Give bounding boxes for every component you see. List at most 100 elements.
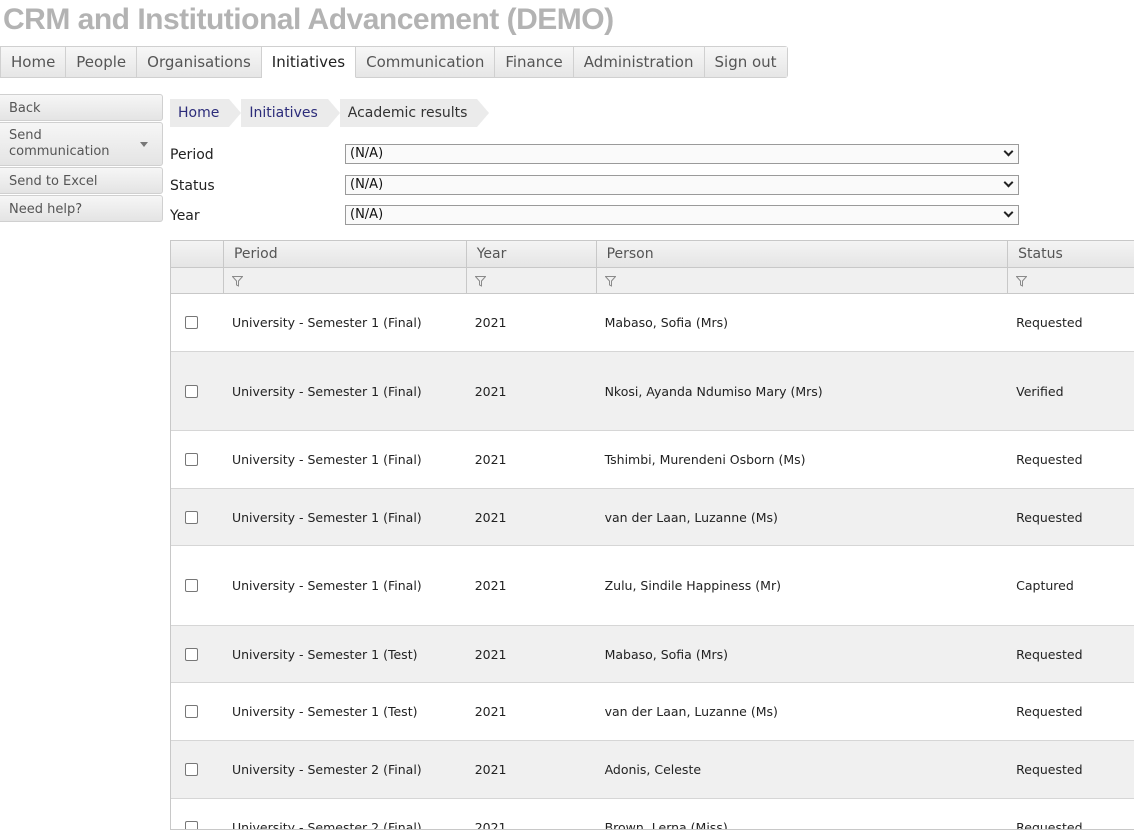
row-checkbox[interactable] xyxy=(185,763,198,776)
tab-initiatives[interactable]: Initiatives xyxy=(261,47,357,78)
send-communication-button[interactable]: Send communication xyxy=(0,122,163,166)
tab-home[interactable]: Home xyxy=(1,47,67,77)
row-select-cell xyxy=(171,352,223,430)
table-row[interactable]: University - Semester 2 (Final) 2021 Bro… xyxy=(171,799,1134,830)
year-filter-label: Year xyxy=(170,208,200,224)
filter-funnel-icon[interactable] xyxy=(604,276,616,287)
row-checkbox[interactable] xyxy=(185,384,198,398)
send-communication-label-line2: communication xyxy=(9,144,110,159)
cell-status: Requested xyxy=(1016,509,1083,525)
cell-person: Brown, Lerna (Miss) xyxy=(604,820,728,830)
tab-finance[interactable]: Finance xyxy=(495,47,574,77)
cell-status: Requested xyxy=(1016,820,1083,830)
cell-person: van der Laan, Luzanne (Ms) xyxy=(604,704,778,719)
row-checkbox[interactable] xyxy=(185,821,198,829)
breadcrumb-initiatives[interactable]: Initiatives xyxy=(241,99,341,127)
tab-people[interactable]: People xyxy=(66,47,138,77)
filter-cell-year[interactable] xyxy=(465,268,596,293)
tab-sign-out[interactable]: Sign out xyxy=(704,47,787,77)
table-row[interactable]: University - Semester 1 (Final) 2021 Mab… xyxy=(171,294,1134,352)
tab-communication[interactable]: Communication xyxy=(356,47,496,77)
tab-organisations[interactable]: Organisations xyxy=(137,47,262,77)
send-to-excel-button[interactable]: Send to Excel xyxy=(0,167,163,194)
status-filter-label: Status xyxy=(170,178,215,194)
tab-administration[interactable]: Administration xyxy=(573,47,705,77)
cell-year: 2021 xyxy=(474,383,507,399)
filter-funnel-icon[interactable] xyxy=(231,276,243,287)
filter-cell-status[interactable] xyxy=(1007,268,1134,293)
table-row[interactable]: University - Semester 1 (Final) 2021 Nko… xyxy=(171,352,1134,431)
status-filter-value: (N/A) xyxy=(350,177,384,192)
grid-filter-row xyxy=(171,268,1134,294)
row-checkbox[interactable] xyxy=(185,647,198,661)
cell-period: University - Semester 1 (Final) xyxy=(231,383,422,399)
year-filter-value: (N/A) xyxy=(350,207,384,222)
cell-period: University - Semester 2 (Final) xyxy=(231,762,422,777)
main-nav: Home People Organisations Initiatives Co… xyxy=(0,46,788,78)
breadcrumb: Home Initiatives Academic results xyxy=(170,99,490,127)
row-select-cell xyxy=(171,294,223,351)
period-filter-value: (N/A) xyxy=(350,146,384,161)
cell-status: Requested xyxy=(1016,646,1083,662)
breadcrumb-current: Academic results xyxy=(339,99,490,127)
cell-person: Mabaso, Sofia (Mrs) xyxy=(604,315,729,330)
table-row[interactable]: University - Semester 1 (Final) 2021 van… xyxy=(171,489,1134,546)
back-button[interactable]: Back xyxy=(0,94,163,121)
cell-status: Verified xyxy=(1016,383,1064,399)
cell-period: University - Semester 1 (Test) xyxy=(231,646,418,662)
filter-funnel-icon[interactable] xyxy=(1016,276,1028,287)
year-filter-select[interactable]: (N/A) xyxy=(345,205,1019,225)
cell-year: 2021 xyxy=(474,646,507,662)
table-row[interactable]: University - Semester 2 (Final) 2021 Ado… xyxy=(171,741,1134,799)
status-filter-select[interactable]: (N/A) xyxy=(345,175,1019,195)
column-header-status[interactable]: Status xyxy=(1007,241,1134,267)
filter-row-year: Year (N/A) xyxy=(170,205,1020,226)
grid-body: University - Semester 1 (Final) 2021 Mab… xyxy=(171,294,1134,830)
filter-row-period: Period (N/A) xyxy=(170,144,1020,165)
cell-period: University - Semester 1 (Final) xyxy=(231,452,422,467)
row-checkbox[interactable] xyxy=(185,316,198,329)
column-header-year[interactable]: Year xyxy=(465,241,596,267)
cell-person: Nkosi, Ayanda Ndumiso Mary (Mrs) xyxy=(604,383,823,399)
period-filter-select[interactable]: (N/A) xyxy=(345,144,1019,164)
filter-funnel-icon[interactable] xyxy=(474,276,486,287)
column-header-period[interactable]: Period xyxy=(222,241,466,267)
app-title: CRM and Institutional Advancement (DEMO) xyxy=(3,3,614,36)
table-row[interactable]: University - Semester 1 (Final) 2021 Zul… xyxy=(171,546,1134,626)
row-select-cell xyxy=(171,683,223,740)
row-checkbox[interactable] xyxy=(185,510,198,524)
column-header-person[interactable]: Person xyxy=(595,241,1008,267)
cell-person: Tshimbi, Murendeni Osborn (Ms) xyxy=(604,452,806,467)
row-select-cell xyxy=(171,546,223,625)
cell-status: Requested xyxy=(1016,704,1083,719)
cell-status: Captured xyxy=(1016,578,1074,593)
cell-status: Requested xyxy=(1016,452,1083,467)
row-select-cell xyxy=(171,741,223,798)
cell-year: 2021 xyxy=(474,820,507,830)
breadcrumb-home[interactable]: Home xyxy=(170,99,242,127)
cell-year: 2021 xyxy=(474,578,507,593)
table-row[interactable]: University - Semester 1 (Final) 2021 Tsh… xyxy=(171,431,1134,489)
cell-person: Zulu, Sindile Happiness (Mr) xyxy=(604,578,781,593)
caret-down-icon xyxy=(140,142,148,147)
row-checkbox[interactable] xyxy=(185,705,198,718)
need-help-button[interactable]: Need help? xyxy=(0,195,163,222)
send-communication-label-line1: Send xyxy=(9,128,42,143)
sidebar: Back Send communication Send to Excel Ne… xyxy=(0,94,163,223)
grid-header: Period Year Person Status xyxy=(171,241,1134,268)
table-row[interactable]: University - Semester 1 (Test) 2021 Maba… xyxy=(171,626,1134,683)
filter-cell-period[interactable] xyxy=(222,268,466,293)
cell-period: University - Semester 1 (Final) xyxy=(231,578,422,593)
row-select-cell xyxy=(171,489,223,545)
cell-person: Mabaso, Sofia (Mrs) xyxy=(604,646,729,662)
cell-period: University - Semester 1 (Final) xyxy=(231,509,422,525)
row-checkbox[interactable] xyxy=(185,453,198,466)
chevron-down-icon xyxy=(1003,177,1014,188)
chevron-down-icon xyxy=(1003,207,1014,218)
cell-person: van der Laan, Luzanne (Ms) xyxy=(604,509,778,525)
filter-cell-person[interactable] xyxy=(595,268,1008,293)
table-row[interactable]: University - Semester 1 (Test) 2021 van … xyxy=(171,683,1134,741)
cell-year: 2021 xyxy=(474,762,507,777)
row-checkbox[interactable] xyxy=(185,579,198,592)
header-select-column xyxy=(171,241,223,267)
